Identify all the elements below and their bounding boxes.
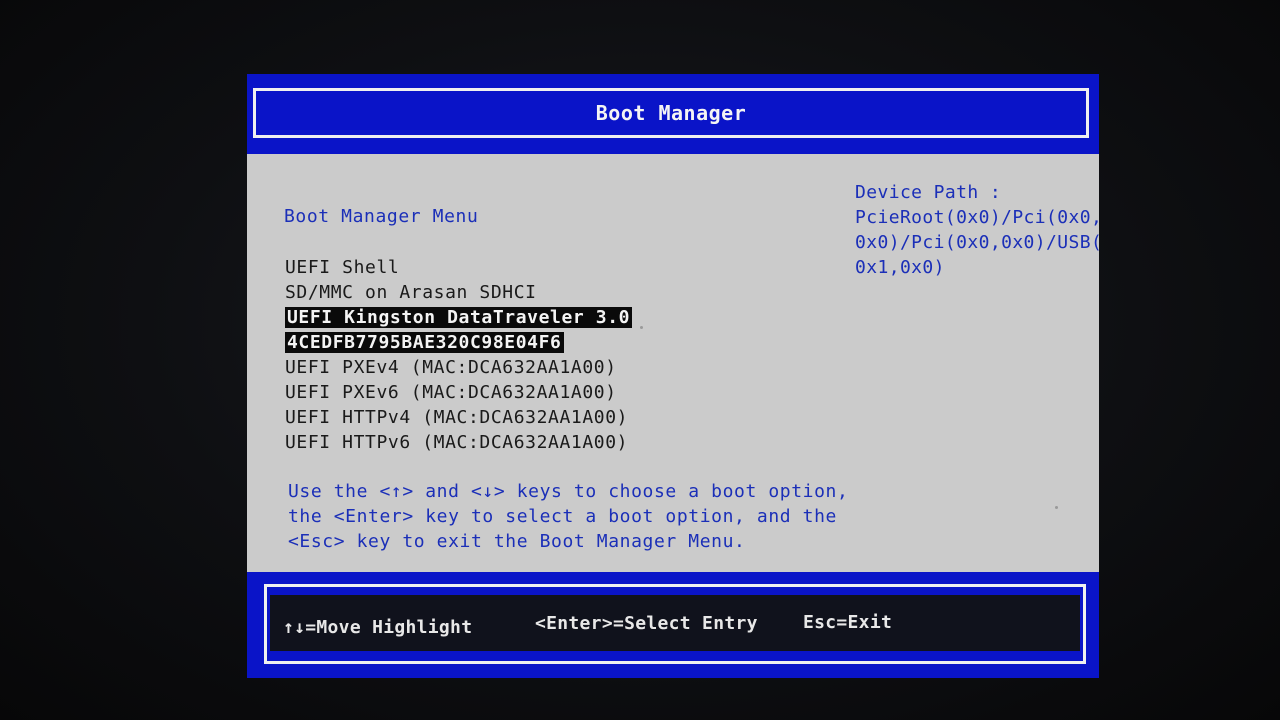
header-bar: Boot Manager xyxy=(247,74,1099,154)
header-frame: Boot Manager xyxy=(253,88,1089,138)
boot-manager-screen: Boot Manager Boot Manager Menu UEFI Shel… xyxy=(247,74,1102,678)
screen-speck xyxy=(640,326,643,329)
screen-speck xyxy=(1055,506,1058,509)
boot-option-http-v4[interactable]: UEFI HTTPv4 (MAC:DCA632AA1A00) xyxy=(284,405,635,430)
footer-frame: ↑↓=Move Highlight <Enter>=Select Entry E… xyxy=(264,584,1086,664)
exit-hint: Esc=Exit xyxy=(803,612,893,633)
move-highlight-hint: ↑↓=Move Highlight xyxy=(283,617,473,638)
boot-option-list: UEFI Shell SD/MMC on Arasan SDHCI UEFI K… xyxy=(284,255,635,455)
device-path-value: PcieRoot(0x0)/Pci(0x0, xyxy=(855,207,1103,228)
help-line: <Esc> key to exit the Boot Manager Menu. xyxy=(288,531,746,552)
device-path-panel: Device Path : PcieRoot(0x0)/Pci(0x0, 0x0… xyxy=(855,180,1102,280)
boot-option-sd-mmc[interactable]: SD/MMC on Arasan SDHCI xyxy=(284,280,635,305)
boot-option-kingston-usb-serial[interactable]: 4CEDFB7795BAE320C98E04F6 xyxy=(284,330,635,355)
help-line: the <Enter> key to select a boot option,… xyxy=(288,506,837,527)
device-path-label: Device Path : xyxy=(855,182,1002,203)
boot-option-http-v6[interactable]: UEFI HTTPv6 (MAC:DCA632AA1A00) xyxy=(284,430,635,455)
main-panel: Boot Manager Menu UEFI Shell SD/MMC on A… xyxy=(247,154,1102,572)
boot-option-pxe-v6[interactable]: UEFI PXEv6 (MAC:DCA632AA1A00) xyxy=(284,380,635,405)
help-line: Use the <↑> and <↓> keys to choose a boo… xyxy=(288,481,849,502)
help-text: Use the <↑> and <↓> keys to choose a boo… xyxy=(288,479,848,554)
device-path-value: 0x0)/Pci(0x0,0x0)/USB( xyxy=(855,232,1103,253)
boot-option-kingston-usb-serial-text: 4CEDFB7795BAE320C98E04F6 xyxy=(285,332,564,353)
footer-bar: ↑↓=Move Highlight <Enter>=Select Entry E… xyxy=(247,572,1099,678)
boot-option-kingston-usb-name: UEFI Kingston DataTraveler 3.0 xyxy=(285,307,633,328)
boot-option-kingston-usb[interactable]: UEFI Kingston DataTraveler 3.0 xyxy=(284,305,635,330)
select-entry-hint: <Enter>=Select Entry xyxy=(535,613,758,634)
page-title: Boot Manager xyxy=(595,101,747,125)
menu-title: Boot Manager Menu xyxy=(284,206,479,227)
boot-option-uefi-shell[interactable]: UEFI Shell xyxy=(284,255,635,280)
boot-option-pxe-v4[interactable]: UEFI PXEv4 (MAC:DCA632AA1A00) xyxy=(284,355,635,380)
device-path-value: 0x1,0x0) xyxy=(855,257,945,278)
